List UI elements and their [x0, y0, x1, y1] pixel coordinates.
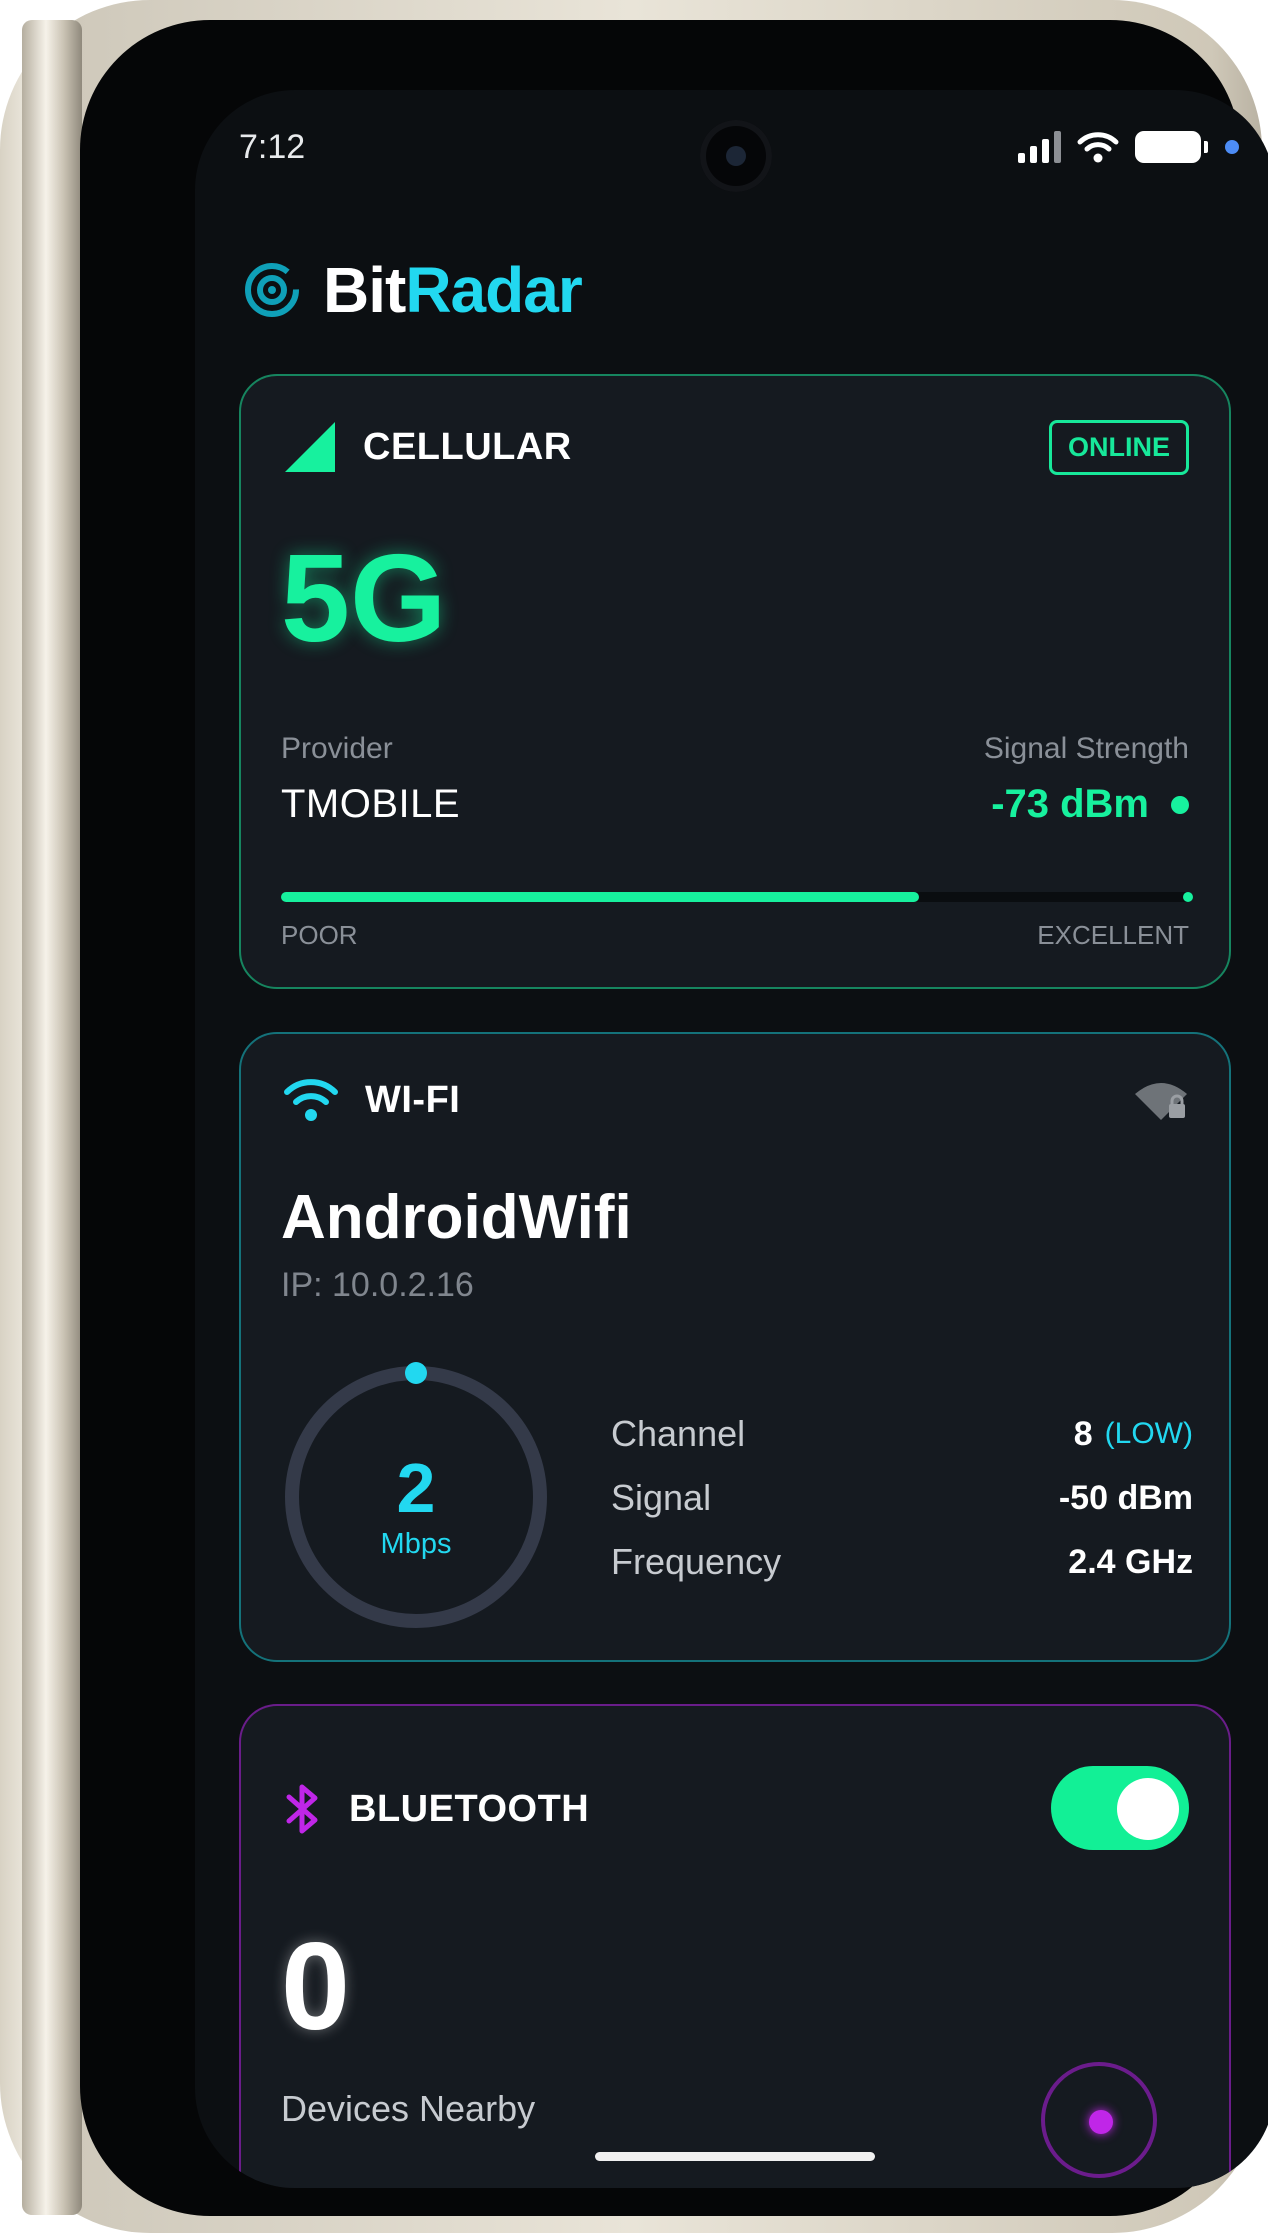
cellular-signal-icon: [285, 422, 335, 472]
wifi-speed-gauge: 2 Mbps: [281, 1362, 551, 1632]
bluetooth-radar-icon: [1041, 2062, 1157, 2178]
channel-tag: (LOW): [1104, 1417, 1193, 1450]
cell-signal-icon: [1018, 131, 1061, 163]
home-indicator[interactable]: [595, 2152, 875, 2161]
wifi-lock-icon: [1135, 1083, 1187, 1120]
stat-value: 2.4 GHz: [1068, 1542, 1193, 1581]
wifi-card[interactable]: WI-FI AndroidWifi IP: 10.0.2.16 2 Mbps C…: [239, 1032, 1231, 1662]
wifi-stats: Channel 8 (LOW) Signal -50 dBm Frequency…: [611, 1402, 1193, 1594]
app-title-part2: Radar: [405, 254, 582, 326]
signal-indicator-dot-icon: [1171, 795, 1189, 814]
app-title-part1: Bit: [323, 254, 406, 326]
provider-value: TMOBILE: [281, 782, 461, 826]
stat-row-signal: Signal -50 dBm: [611, 1466, 1193, 1530]
bluetooth-icon: [286, 1784, 318, 1834]
battery-icon: [1135, 131, 1208, 163]
wifi-speed-value: 2: [396, 1449, 436, 1527]
stat-label: Signal: [611, 1477, 712, 1518]
bluetooth-device-label: Devices Nearby: [281, 2088, 536, 2129]
bluetooth-card-header: BLUETOOTH: [283, 1782, 589, 1836]
status-bar: 7:12: [195, 90, 1268, 200]
bluetooth-card[interactable]: BLUETOOTH 0 Devices Nearby: [239, 1704, 1231, 2188]
stat-value: -50 dBm: [1058, 1478, 1193, 1517]
channel-value: 8: [1073, 1414, 1093, 1453]
front-camera: [700, 120, 772, 192]
scale-min-label: POOR: [281, 920, 358, 950]
device-frame: 7:12 BitRadar CELLULAR ONLINE 5G Provide…: [0, 0, 1268, 2233]
signal-strength-text: -73 dBm: [991, 782, 1149, 826]
status-time: 7:12: [239, 128, 306, 166]
wifi-status-icon: [1077, 132, 1119, 163]
stat-row-frequency: Frequency 2.4 GHz: [611, 1530, 1193, 1594]
stat-label: Frequency: [611, 1541, 782, 1582]
system-icons: [1018, 130, 1239, 164]
cellular-card-header: CELLULAR: [283, 420, 572, 474]
radar-icon: [245, 263, 299, 317]
bluetooth-title: BLUETOOTH: [349, 1787, 590, 1830]
toggle-knob: [1117, 1778, 1179, 1840]
wifi-speed-unit: Mbps: [380, 1528, 452, 1560]
notification-dot-icon: [1225, 140, 1239, 154]
signal-quality-bar: [281, 892, 1193, 902]
cellular-card[interactable]: CELLULAR ONLINE 5G Provider TMOBILE Sign…: [239, 374, 1231, 989]
screen: 7:12 BitRadar CELLULAR ONLINE 5G Provide…: [195, 90, 1268, 2188]
bluetooth-device-count: 0: [281, 1918, 350, 2056]
signal-strength-value: -73 dBm: [991, 782, 1189, 827]
stat-label: Channel: [611, 1413, 746, 1454]
screen-bezel: 7:12 BitRadar CELLULAR ONLINE 5G Provide…: [80, 20, 1268, 2216]
scale-max-label: EXCELLENT: [1037, 920, 1189, 950]
provider-label: Provider: [281, 732, 393, 765]
signal-quality-end-icon: [1183, 892, 1193, 902]
signal-quality-fill: [281, 892, 920, 902]
network-type: 5G: [281, 530, 447, 668]
wifi-title: WI-FI: [365, 1078, 461, 1121]
status-badge: ONLINE: [1048, 420, 1189, 475]
wifi-card-header: WI-FI: [283, 1078, 460, 1122]
app-title: BitRadar: [323, 253, 583, 327]
cellular-title: CELLULAR: [363, 425, 572, 468]
stat-row-channel: Channel 8 (LOW): [611, 1402, 1193, 1466]
wifi-ssid: AndroidWifi: [281, 1183, 632, 1252]
signal-strength-label: Signal Strength: [983, 732, 1189, 765]
device-hinge: [22, 20, 82, 2215]
bluetooth-toggle[interactable]: [1051, 1766, 1189, 1850]
wifi-icon: [284, 1079, 338, 1121]
stat-value: 8 (LOW): [1074, 1415, 1193, 1454]
wifi-ip: IP: 10.0.2.16: [281, 1266, 474, 1304]
app-header: BitRadar: [243, 250, 583, 330]
